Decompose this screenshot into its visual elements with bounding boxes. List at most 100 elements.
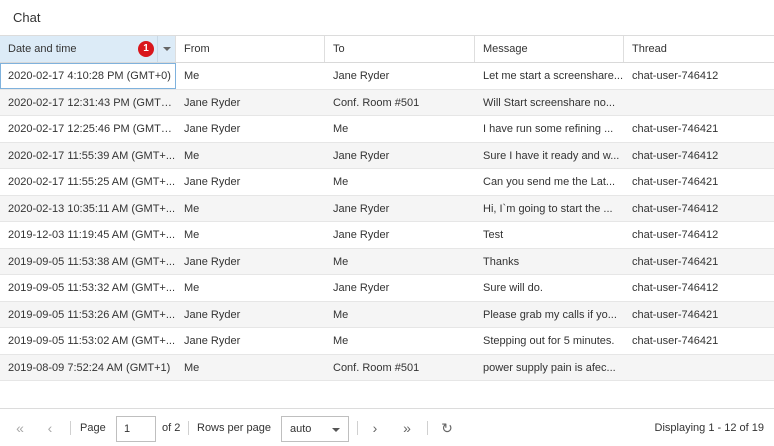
cell-to[interactable]: Conf. Room #501 (325, 90, 475, 116)
cell-to[interactable]: Me (325, 116, 475, 142)
table-row[interactable]: 2019-12-03 11:19:45 AM (GMT+... Me Jane Ry… (0, 222, 774, 249)
table-row[interactable]: 2019-09-05 11:53:38 AM (GMT+... Jane Ryde… (0, 248, 774, 275)
cell-datetime[interactable]: 2020-02-17 12:25:46 PM (GMT+0) (0, 116, 176, 142)
cell-to[interactable]: Jane Ryder (325, 143, 475, 169)
cell-from[interactable]: Jane Ryder (176, 302, 325, 328)
cell-thread[interactable]: chat-user-746421 (624, 116, 774, 142)
cell-thread[interactable]: chat-user-746421 (624, 169, 774, 195)
table-row[interactable]: 2019-09-05 11:53:26 AM (GMT+... Jane Ryde… (0, 301, 774, 328)
cell-datetime[interactable]: 2019-09-05 11:53:26 AM (GMT+... (0, 302, 176, 328)
rows-per-page-value: auto (290, 423, 312, 435)
chevron-down-icon (332, 428, 340, 432)
cell-message[interactable]: Test (475, 222, 624, 248)
table-row[interactable]: 2020-02-17 12:31:43 PM (GMT+0) Jane Ryder… (0, 89, 774, 116)
cell-to[interactable]: Jane Ryder (325, 275, 475, 301)
rows-per-page-label: Rows per page (197, 422, 271, 434)
cell-from[interactable]: Me (176, 196, 325, 222)
cell-message[interactable]: Please grab my calls if yo... (475, 302, 624, 328)
cell-datetime[interactable]: 2020-02-17 11:55:25 AM (GMT+... (0, 169, 176, 195)
divider (427, 421, 428, 435)
cell-datetime[interactable]: 2019-09-05 11:53:38 AM (GMT+... (0, 249, 176, 275)
cell-from[interactable]: Jane Ryder (176, 90, 325, 116)
next-page-icon: › (372, 420, 378, 436)
cell-to[interactable]: Jane Ryder (325, 63, 475, 89)
cell-thread[interactable] (624, 90, 774, 116)
table-row[interactable]: 2020-02-13 10:35:11 AM (GMT+... Me Jane Ry… (0, 195, 774, 222)
page-label: Page (80, 422, 106, 434)
table-row[interactable]: 2019-09-05 11:53:02 AM (GMT+... Jane Ryde… (0, 328, 774, 355)
rows-per-page-select[interactable]: auto (281, 416, 349, 442)
chevron-down-icon (163, 47, 171, 51)
cell-to[interactable]: Conf. Room #501 (325, 355, 475, 381)
cell-datetime[interactable]: 2020-02-17 12:31:43 PM (GMT+0) (0, 90, 176, 116)
cell-from[interactable]: Me (176, 143, 325, 169)
cell-to[interactable]: Me (325, 302, 475, 328)
table-row[interactable]: 2019-08-09 7:52:24 AM (GMT+1) Me Conf. Roo… (0, 354, 774, 381)
cell-thread[interactable]: chat-user-746421 (624, 328, 774, 354)
cell-to[interactable]: Me (325, 328, 475, 354)
first-page-button[interactable]: « (10, 418, 30, 438)
column-header-to[interactable]: To (325, 36, 475, 62)
cell-to[interactable]: Me (325, 249, 475, 275)
cell-thread[interactable]: chat-user-746412 (624, 275, 774, 301)
cell-message[interactable]: power supply pain is afec... (475, 355, 624, 381)
cell-datetime[interactable]: 2020-02-17 4:10:28 PM (GMT+0) (0, 63, 176, 89)
table-row[interactable]: 2020-02-17 11:55:39 AM (GMT+... Me Jane Ry… (0, 142, 774, 169)
cell-thread[interactable]: chat-user-746421 (624, 249, 774, 275)
cell-thread[interactable]: chat-user-746412 (624, 63, 774, 89)
cell-from[interactable]: Me (176, 63, 325, 89)
cell-message[interactable]: Hi, I`m going to start the ... (475, 196, 624, 222)
next-page-button[interactable]: › (365, 418, 385, 438)
page-number-input[interactable] (116, 416, 156, 442)
cell-message[interactable]: I have run some refining ... (475, 116, 624, 142)
cell-to[interactable]: Jane Ryder (325, 222, 475, 248)
grid-header: Date and time 1 From To Message Thread (0, 36, 774, 63)
cell-thread[interactable]: chat-user-746421 (624, 302, 774, 328)
cell-message[interactable]: Stepping out for 5 minutes. (475, 328, 624, 354)
display-info: Displaying 1 - 12 of 19 (654, 422, 764, 434)
cell-to[interactable]: Me (325, 169, 475, 195)
cell-message[interactable]: Will Start screenshare no... (475, 90, 624, 116)
cell-thread[interactable]: chat-user-746412 (624, 196, 774, 222)
cell-from[interactable]: Jane Ryder (176, 169, 325, 195)
cell-datetime[interactable]: 2019-09-05 11:53:02 AM (GMT+... (0, 328, 176, 354)
table-row[interactable]: 2019-09-05 11:53:32 AM (GMT+... Me Jane Ry… (0, 275, 774, 302)
column-header-from[interactable]: From (176, 36, 325, 62)
column-header-thread[interactable]: Thread (624, 36, 774, 62)
cell-message[interactable]: Sure I have it ready and w... (475, 143, 624, 169)
cell-datetime[interactable]: 2020-02-17 11:55:39 AM (GMT+... (0, 143, 176, 169)
refresh-button[interactable]: ↻ (437, 418, 457, 438)
cell-message[interactable]: Can you send me the Lat... (475, 169, 624, 195)
column-label: Date and time (8, 43, 77, 55)
cell-from[interactable]: Me (176, 222, 325, 248)
column-menu-button[interactable] (157, 36, 175, 62)
table-row[interactable]: 2020-02-17 4:10:28 PM (GMT+0) Me Jane Ryde… (0, 63, 774, 90)
cell-from[interactable]: Jane Ryder (176, 116, 325, 142)
cell-datetime[interactable]: 2019-09-05 11:53:32 AM (GMT+... (0, 275, 176, 301)
last-page-button[interactable]: » (397, 418, 417, 438)
cell-from[interactable]: Me (176, 275, 325, 301)
cell-datetime[interactable]: 2020-02-13 10:35:11 AM (GMT+... (0, 196, 176, 222)
cell-from[interactable]: Me (176, 355, 325, 381)
chat-grid: Date and time 1 From To Message Thread 2… (0, 35, 774, 381)
cell-to[interactable]: Jane Ryder (325, 196, 475, 222)
panel-header: Chat (0, 0, 774, 35)
column-header-message[interactable]: Message (475, 36, 624, 62)
cell-message[interactable]: Sure will do. (475, 275, 624, 301)
cell-from[interactable]: Jane Ryder (176, 328, 325, 354)
cell-message[interactable]: Let me start a screenshare... (475, 63, 624, 89)
table-row[interactable]: 2020-02-17 11:55:25 AM (GMT+... Jane Ryde… (0, 169, 774, 196)
first-page-icon: « (16, 420, 24, 436)
cell-from[interactable]: Jane Ryder (176, 249, 325, 275)
cell-thread[interactable]: chat-user-746412 (624, 222, 774, 248)
column-header-datetime[interactable]: Date and time 1 (0, 36, 176, 62)
cell-message[interactable]: Thanks (475, 249, 624, 275)
cell-datetime[interactable]: 2019-08-09 7:52:24 AM (GMT+1) (0, 355, 176, 381)
cell-thread[interactable]: chat-user-746412 (624, 143, 774, 169)
divider (357, 421, 358, 435)
prev-page-button[interactable]: ‹ (40, 418, 60, 438)
cell-thread[interactable] (624, 355, 774, 381)
table-row[interactable]: 2020-02-17 12:25:46 PM (GMT+0) Jane Ryder… (0, 116, 774, 143)
cell-datetime[interactable]: 2019-12-03 11:19:45 AM (GMT+... (0, 222, 176, 248)
prev-page-icon: ‹ (47, 420, 53, 436)
